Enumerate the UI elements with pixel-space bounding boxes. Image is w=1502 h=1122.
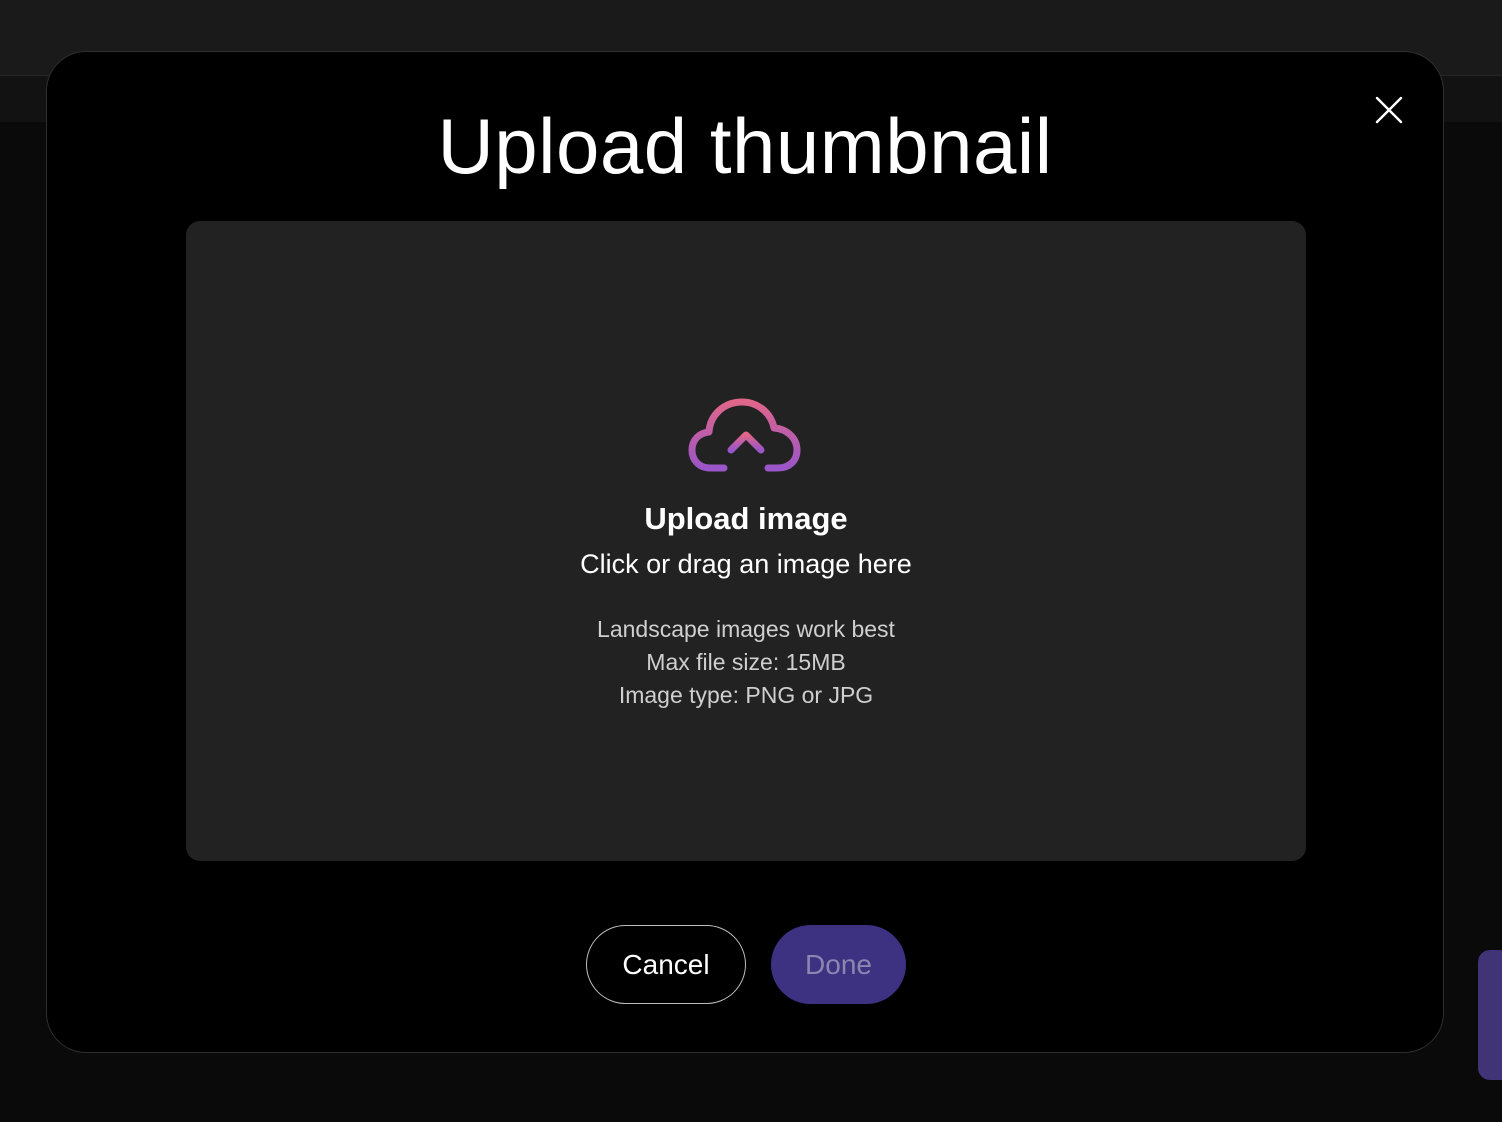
background-accent-button: [1478, 950, 1502, 1080]
hint-landscape: Landscape images work best: [597, 616, 895, 642]
cloud-upload-icon: [688, 398, 801, 478]
image-dropzone[interactable]: Upload image Click or drag an image here…: [186, 221, 1306, 861]
dropzone-title: Upload image: [644, 501, 848, 536]
hint-max-size: Max file size: 15MB: [646, 649, 846, 675]
modal-title: Upload thumbnail: [437, 102, 1053, 190]
upload-thumbnail-modal: Upload thumbnail Upload image Click or d…: [46, 51, 1444, 1053]
cancel-button[interactable]: Cancel: [586, 925, 746, 1004]
dropzone-hints: Landscape images work best Max file size…: [186, 613, 1306, 712]
dropzone-subtitle: Click or drag an image here: [580, 549, 912, 579]
hint-image-type: Image type: PNG or JPG: [618, 682, 874, 708]
done-button[interactable]: Done: [771, 925, 906, 1004]
